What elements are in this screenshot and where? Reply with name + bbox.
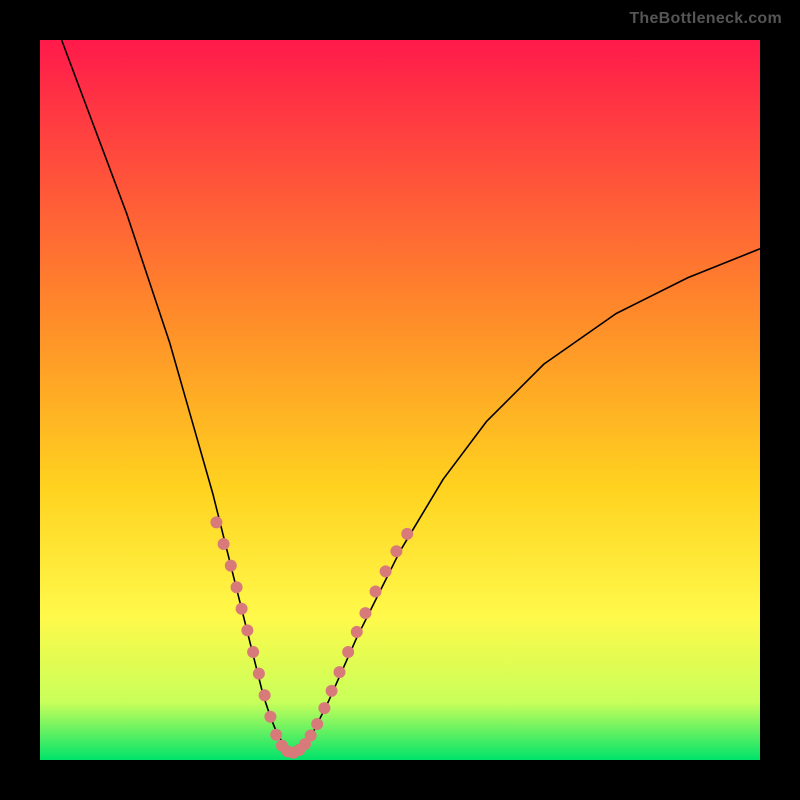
data-marker bbox=[247, 646, 259, 658]
data-marker bbox=[342, 646, 354, 658]
data-marker bbox=[380, 565, 392, 577]
data-marker bbox=[218, 538, 230, 550]
data-marker bbox=[401, 528, 413, 540]
data-marker bbox=[259, 689, 271, 701]
data-marker bbox=[270, 729, 282, 741]
data-marker bbox=[305, 730, 317, 742]
plot-area bbox=[40, 40, 760, 760]
data-marker bbox=[253, 668, 265, 680]
chart-background bbox=[40, 40, 760, 760]
data-marker bbox=[351, 626, 363, 638]
data-marker bbox=[236, 603, 248, 615]
data-marker bbox=[210, 516, 222, 528]
data-marker bbox=[334, 666, 346, 678]
chart-svg bbox=[40, 40, 760, 760]
data-marker bbox=[318, 702, 330, 714]
data-marker bbox=[231, 581, 243, 593]
data-marker bbox=[225, 560, 237, 572]
data-marker bbox=[359, 607, 371, 619]
data-marker bbox=[264, 711, 276, 723]
chart-frame: TheBottleneck.com bbox=[0, 0, 800, 800]
data-marker bbox=[311, 718, 323, 730]
data-marker bbox=[241, 624, 253, 636]
data-marker bbox=[326, 685, 338, 697]
watermark-text: TheBottleneck.com bbox=[629, 10, 782, 28]
data-marker bbox=[370, 586, 382, 598]
data-marker bbox=[390, 545, 402, 557]
